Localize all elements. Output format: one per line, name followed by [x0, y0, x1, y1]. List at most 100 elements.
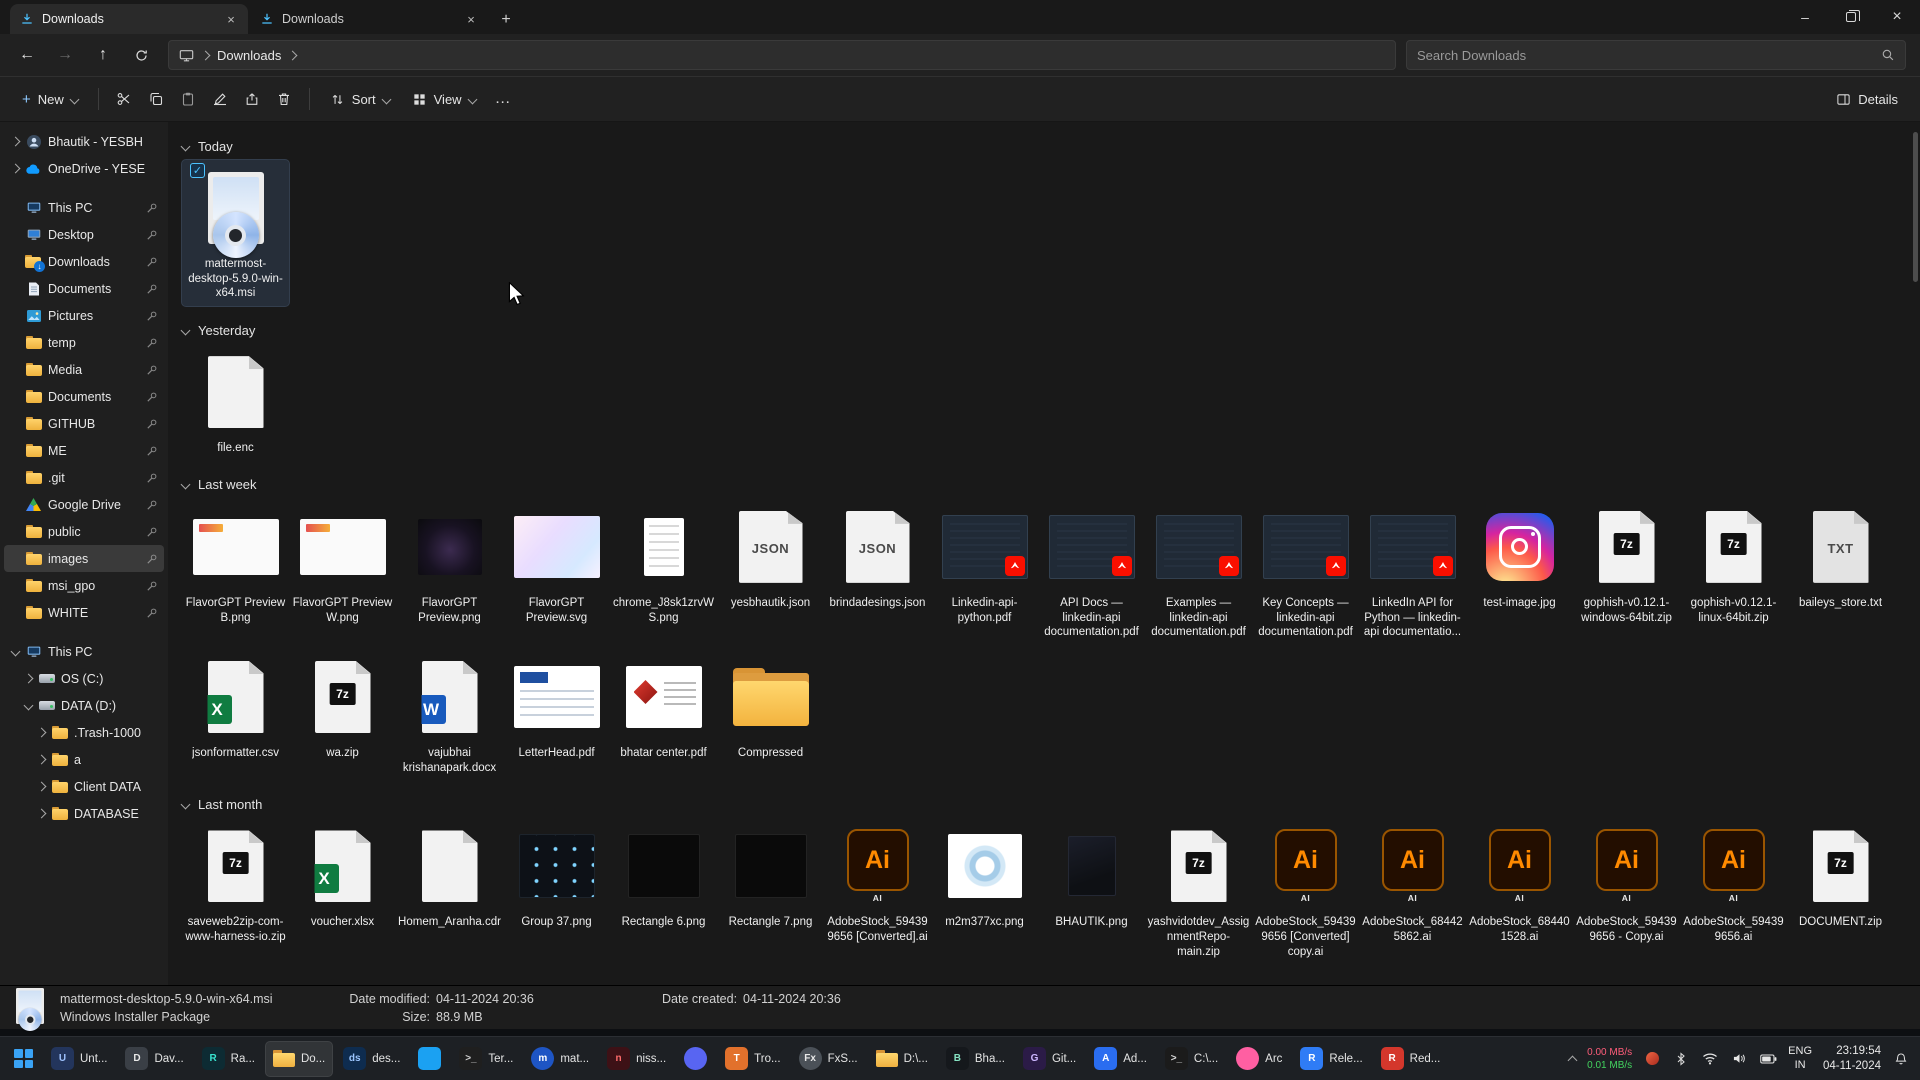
file-tile[interactable]: bhatar center.pdf [610, 649, 717, 766]
file-tile[interactable]: AiAIAdobeStock_684425862.ai [1359, 818, 1466, 949]
sidebar-item-me[interactable]: ME [4, 437, 164, 464]
taskbar-item-file-explorer[interactable]: Do... [265, 1041, 333, 1077]
taskbar-item-davinci[interactable]: DDav... [117, 1041, 191, 1077]
pin-icon[interactable] [146, 310, 158, 322]
pin-icon[interactable] [146, 391, 158, 403]
minimize-button[interactable]: – [1782, 0, 1828, 34]
file-tile[interactable]: AiAIAdobeStock_594399656.ai [1680, 818, 1787, 949]
file-tile[interactable]: Rectangle 6.png [610, 818, 717, 935]
file-tile[interactable]: Xvoucher.xlsx [289, 818, 396, 935]
sidebar-account-person[interactable]: Bhautik - YESBH [4, 128, 164, 155]
details-pane-button[interactable]: Details [1826, 82, 1908, 116]
file-tile[interactable]: 7zyashvidotdev_AssignmentRepo-main.zip [1145, 818, 1252, 964]
file-tile[interactable]: Compressed [717, 649, 824, 766]
chevron-right-icon[interactable] [37, 755, 47, 765]
scrollbar-thumb[interactable] [1913, 132, 1918, 282]
more-options-button[interactable]: … [488, 82, 518, 116]
file-tile[interactable]: Group 37.png [503, 818, 610, 935]
file-tile[interactable]: BHAUTIK.png [1038, 818, 1145, 935]
file-tile[interactable]: AiAIAdobeStock_594399656 - Copy.ai [1573, 818, 1680, 949]
file-tile[interactable]: AiAIAdobeStock_684401528.ai [1466, 818, 1573, 949]
sidebar-item-pictures[interactable]: Pictures [4, 302, 164, 329]
taskbar-item-explorer-d-drive[interactable]: D:\... [868, 1041, 936, 1077]
forward-button[interactable]: → [48, 39, 82, 71]
file-tile[interactable]: test-image.jpg [1466, 499, 1573, 616]
pin-icon[interactable] [146, 418, 158, 430]
taskbar-item-nissan[interactable]: nniss... [599, 1041, 674, 1077]
pin-icon[interactable] [146, 337, 158, 349]
volume-icon[interactable] [1730, 1050, 1748, 1068]
sidebar-item-google-drive[interactable]: Google Drive [4, 491, 164, 518]
hidden-icons-chevron[interactable] [1568, 1055, 1578, 1065]
file-tile[interactable]: Wvajubhai krishanapark.docx [396, 649, 503, 780]
explorer-tab[interactable]: Downloads× [250, 4, 488, 34]
file-tile[interactable]: Examples — linkedin-api documentation.pd… [1145, 499, 1252, 645]
pin-icon[interactable] [146, 202, 158, 214]
sidebar-item-public[interactable]: public [4, 518, 164, 545]
file-tile[interactable]: AiAIAdobeStock_594399656 [Converted] cop… [1252, 818, 1359, 964]
file-tile[interactable]: Xjsonformatter.csv [182, 649, 289, 766]
file-tile[interactable]: JSONbrindadesings.json [824, 499, 931, 616]
chevron-right-icon[interactable] [11, 137, 21, 147]
close-button[interactable]: × [1874, 0, 1920, 34]
pin-icon[interactable] [146, 607, 158, 619]
pin-icon[interactable] [146, 553, 158, 565]
taskbar-item-terminal[interactable]: >_Ter... [451, 1041, 521, 1077]
sidebar-item-images[interactable]: images [4, 545, 164, 572]
pin-icon[interactable] [146, 229, 158, 241]
explorer-tab[interactable]: Downloads× [10, 4, 248, 34]
taskbar-item-designer[interactable]: dsdes... [335, 1041, 408, 1077]
file-tile[interactable]: m2m377xc.png [931, 818, 1038, 935]
group-header[interactable]: Today [182, 132, 1914, 160]
file-tile[interactable]: FlavorGPT Preview W.png [289, 499, 396, 630]
up-button[interactable]: ↑ [86, 39, 120, 71]
taskbar-item-cmd[interactable]: >_C:\... [1157, 1041, 1226, 1077]
sidebar-account-cloud[interactable]: OneDrive - YESE [4, 155, 164, 182]
file-tile[interactable]: LetterHead.pdf [503, 649, 610, 766]
taskbar-item-adobe[interactable]: AAd... [1086, 1041, 1155, 1077]
language-indicator[interactable]: ENG IN [1788, 1045, 1812, 1073]
file-tile[interactable]: 7zgophish-v0.12.1-linux-64bit.zip [1680, 499, 1787, 630]
chevron-right-icon[interactable] [11, 164, 21, 174]
tray-app-icon[interactable] [1643, 1050, 1661, 1068]
file-tile[interactable]: 7zwa.zip [289, 649, 396, 766]
checkbox-checked-icon[interactable]: ✓ [190, 163, 205, 178]
taskbar-item-github[interactable]: GGit... [1015, 1041, 1084, 1077]
notification-bell-icon[interactable] [1892, 1050, 1910, 1068]
sidebar-item--git[interactable]: .git [4, 464, 164, 491]
delete-button[interactable] [269, 82, 299, 116]
chevron-down-icon[interactable] [24, 701, 34, 711]
file-tile[interactable]: 7zgophish-v0.12.1-windows-64bit.zip [1573, 499, 1680, 630]
sidebar-item-documents[interactable]: Documents [4, 383, 164, 410]
taskbar-item-trophy[interactable]: TTro... [717, 1041, 788, 1077]
file-tile[interactable]: Key Concepts — linkedin-api documentatio… [1252, 499, 1359, 645]
taskbar-item-discord[interactable] [676, 1041, 715, 1077]
tab-close-icon[interactable]: × [462, 10, 480, 28]
sidebar-item-documents[interactable]: Documents [4, 275, 164, 302]
tree-item-this-pc[interactable]: This PC [4, 638, 164, 665]
back-button[interactable]: ← [10, 39, 44, 71]
vertical-scrollbar[interactable] [1911, 126, 1919, 981]
taskbar-item-browser[interactable]: UUnt... [43, 1041, 115, 1077]
pin-icon[interactable] [146, 499, 158, 511]
copy-button[interactable] [141, 82, 171, 116]
tree-item-os-c-[interactable]: OS (C:) [4, 665, 164, 692]
pin-icon[interactable] [146, 580, 158, 592]
tab-close-icon[interactable]: × [222, 10, 240, 28]
clock-widget[interactable]: 23:19:54 04-11-2024 [1823, 1044, 1881, 1074]
bluetooth-icon[interactable] [1672, 1050, 1690, 1068]
maximize-restore-button[interactable] [1828, 0, 1874, 34]
sidebar-item-white[interactable]: WHITE [4, 599, 164, 626]
tree-item-database[interactable]: DATABASE [4, 800, 164, 827]
chevron-right-icon[interactable] [37, 728, 47, 738]
file-tile[interactable]: Homem_Aranha.cdr [396, 818, 503, 935]
taskbar-item-mattermost[interactable]: mmat... [523, 1041, 597, 1077]
file-tile[interactable]: 7zsaveweb2zip-com-www-harness-io.zip [182, 818, 289, 949]
sidebar-item-media[interactable]: Media [4, 356, 164, 383]
search-input[interactable] [1417, 48, 1881, 63]
share-button[interactable] [237, 82, 267, 116]
sidebar-item-temp[interactable]: temp [4, 329, 164, 356]
chevron-right-icon[interactable] [37, 809, 47, 819]
sidebar-item-msi-gpo[interactable]: msi_gpo [4, 572, 164, 599]
tree-item-data-d-[interactable]: DATA (D:) [4, 692, 164, 719]
